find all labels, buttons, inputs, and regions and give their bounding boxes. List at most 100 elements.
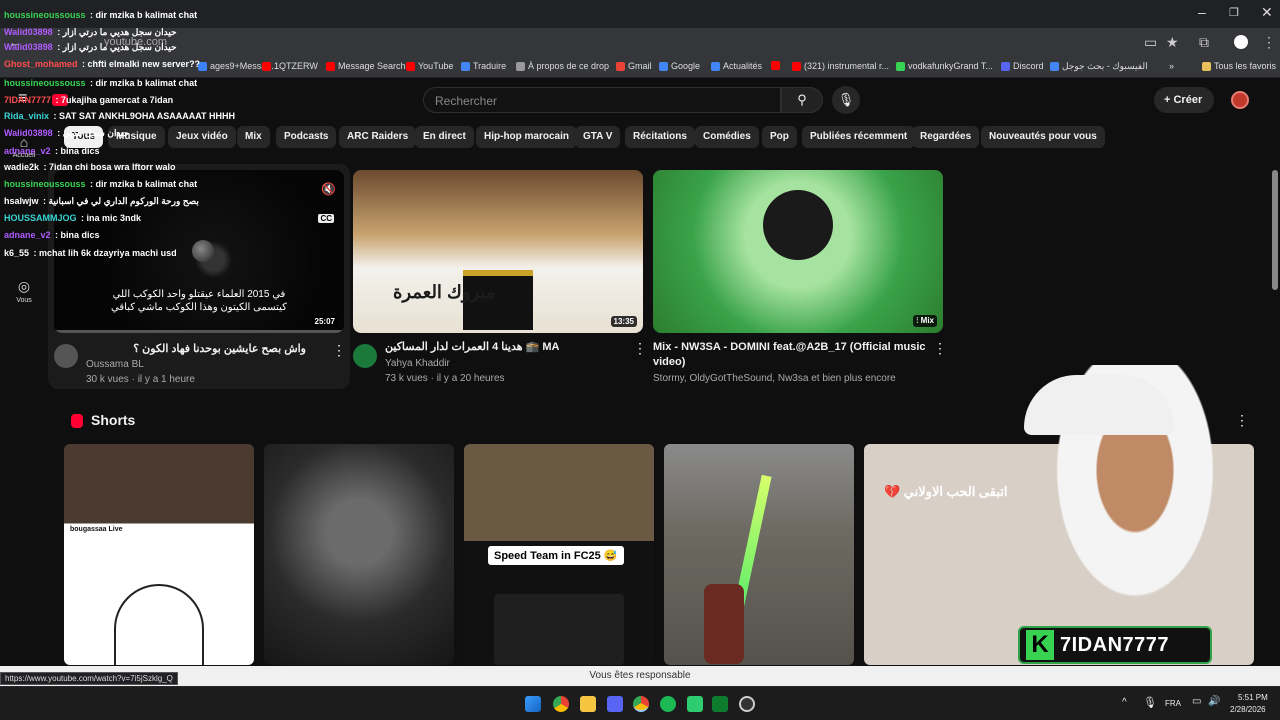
bookmark-item[interactable]: Gmail xyxy=(616,61,652,71)
chip-7[interactable]: Hip-hop marocain xyxy=(476,126,578,148)
bookmark-item[interactable] xyxy=(771,61,783,70)
clock-date[interactable]: 2/28/2026 xyxy=(1230,705,1266,714)
windows-taskbar: ^ 🎙 FRA ▭ 🔊 5:51 PM 2/28/2026 xyxy=(0,686,1280,720)
chrome-icon[interactable] xyxy=(553,696,569,712)
video-duration: 25:07 xyxy=(311,316,338,327)
chip-10[interactable]: Comédies xyxy=(695,126,759,148)
channel-name[interactable]: Yahya Khaddir xyxy=(385,356,450,371)
omnibox[interactable]: ← youtube.com ▭ ★ ⧉ ⋮ xyxy=(0,28,1280,56)
chip-8[interactable]: GTA V xyxy=(575,126,621,148)
mute-icon[interactable]: 🔇 xyxy=(321,182,336,196)
bookmark-star-icon[interactable]: ★ xyxy=(1166,34,1179,51)
sidebar-item-you[interactable]: ◎ Vous xyxy=(6,278,42,304)
tray-chevron-icon[interactable]: ^ xyxy=(1122,697,1127,708)
cast-icon[interactable]: ▭ xyxy=(1144,34,1157,51)
chip-14[interactable]: Nouveautés pour vous xyxy=(981,126,1105,148)
bookmark-item[interactable]: الفيسبوك - بحث جوجل xyxy=(1050,61,1148,72)
bookmark-label: Traduire xyxy=(473,61,507,71)
chip-12[interactable]: Publiées récemment xyxy=(802,126,916,148)
cap-image xyxy=(1024,375,1174,435)
short-card[interactable] xyxy=(664,444,854,665)
shorts-title: Shorts xyxy=(91,412,136,428)
more-options-icon[interactable]: ⋮ xyxy=(332,342,346,359)
bookmark-item[interactable]: Message Search xyxy=(326,61,406,71)
streamer-name: 7IDAN7777 xyxy=(1060,634,1170,656)
minimize-icon[interactable]: – xyxy=(1198,4,1206,20)
subtitle-line: في 2015 العلماء عيقتلو واحد الكوكب اللي xyxy=(112,289,286,300)
bookmark-item[interactable]: Discord xyxy=(1001,61,1044,71)
short-card[interactable] xyxy=(264,444,454,665)
more-bookmarks-icon[interactable]: » xyxy=(1169,61,1174,71)
discord-icon[interactable] xyxy=(607,696,623,712)
chip-3[interactable]: Mix xyxy=(237,126,270,148)
scrollbar[interactable] xyxy=(1272,170,1278,290)
chip-2[interactable]: Jeux vidéo xyxy=(168,126,236,148)
more-options-icon[interactable]: ⋮ xyxy=(633,340,647,357)
chip-9[interactable]: Récitations xyxy=(625,126,695,148)
chrome-active-icon[interactable] xyxy=(633,696,649,712)
closed-captions-icon[interactable]: CC xyxy=(318,214,334,223)
chip-6[interactable]: En direct xyxy=(415,126,474,148)
video-thumbnail[interactable]: مبروك العمرة 13:35 xyxy=(353,170,643,333)
bookmark-item[interactable]: YouTube xyxy=(406,61,453,71)
bookmark-item[interactable]: À propos de ce drop xyxy=(516,61,609,71)
chat-message: houssineoussouss : dir mzika b kalimat c… xyxy=(4,78,197,88)
chat-username: Walid03898 xyxy=(4,128,53,138)
video-card[interactable]: ⫶ Mix Mix - NW3SA - DOMINI feat.@A2B_17 … xyxy=(653,170,953,390)
kick-app-icon[interactable] xyxy=(687,696,703,712)
create-button[interactable]: + Créer xyxy=(1154,87,1214,113)
channel-avatar[interactable] xyxy=(54,344,78,368)
chat-message: adnane_v2 : bina dics xyxy=(4,146,100,156)
chat-separator: : xyxy=(87,179,96,189)
short-card[interactable]: bougassaa Live xyxy=(64,444,254,665)
volume-icon[interactable]: 🔊 xyxy=(1208,696,1220,707)
streaming-app-icon[interactable] xyxy=(712,696,728,712)
close-icon[interactable]: ✕ xyxy=(1261,4,1273,21)
mic-tray-icon[interactable]: 🎙 xyxy=(1143,696,1157,709)
bookmark-item[interactable]: Traduire xyxy=(461,61,506,71)
more-options-icon[interactable]: ⋮ xyxy=(933,340,947,357)
chip-13[interactable]: Regardées xyxy=(912,126,980,148)
video-thumbnail[interactable]: ⫶ Mix xyxy=(653,170,943,333)
bookmark-item[interactable]: Actualités xyxy=(711,61,762,71)
start-icon[interactable] xyxy=(525,696,541,712)
obs-icon[interactable] xyxy=(739,696,755,712)
network-icon[interactable]: ▭ xyxy=(1192,696,1201,707)
search-button[interactable]: ⚲ xyxy=(781,87,823,113)
channel-avatar[interactable] xyxy=(353,344,377,368)
progress-bar[interactable] xyxy=(54,330,344,333)
bookmark-item[interactable]: 1QTZERW xyxy=(262,61,318,71)
chat-text: dir mzika b kalimat chat xyxy=(95,78,198,88)
video-subtitles: في 2015 العلماء عيقتلو واحد الكوكب اللي … xyxy=(54,288,344,314)
account-avatar[interactable] xyxy=(1231,91,1249,109)
chat-text: حيدان سجل هديي ما درتي ازار xyxy=(62,27,177,37)
chat-separator: : xyxy=(87,10,96,20)
thumb-text: مبروك العمرة xyxy=(393,282,496,302)
chat-separator: : xyxy=(78,213,87,223)
all-favorites-button[interactable]: Tous les favoris xyxy=(1202,61,1276,71)
chip-5[interactable]: ARC Raiders xyxy=(339,126,417,148)
spotify-icon[interactable] xyxy=(660,696,676,712)
chat-message: hsalwjw : بصح ورحة الوركوم الداري لي في … xyxy=(4,196,199,207)
short-caption: bougassaa Live xyxy=(70,526,123,533)
chip-4[interactable]: Podcasts xyxy=(276,126,337,148)
language-indicator[interactable]: FRA xyxy=(1165,699,1181,708)
maximize-icon[interactable]: ❐ xyxy=(1229,6,1239,19)
profile-icon[interactable] xyxy=(1234,35,1248,49)
chip-11[interactable]: Pop xyxy=(762,126,797,148)
file-explorer-icon[interactable] xyxy=(580,696,596,712)
clock-time[interactable]: 5:51 PM xyxy=(1238,693,1268,702)
bookmark-item[interactable]: vodkafunkyGrand T... xyxy=(896,61,993,71)
extensions-icon[interactable]: ⧉ xyxy=(1199,34,1209,51)
bookmark-item[interactable]: Google xyxy=(659,61,700,71)
channel-name[interactable]: Oussama BL xyxy=(86,357,144,372)
voice-search-button[interactable]: 🎙 xyxy=(832,86,860,114)
video-meta: 30 k vues · il y a 1 heure xyxy=(86,374,195,385)
video-title[interactable]: واش بصح عايشين بوحدنا فهاد الكون ؟ xyxy=(86,342,306,357)
video-title[interactable]: هدينا 4 العمرات لدار المساكين 🕋 MA xyxy=(385,340,560,355)
short-card[interactable]: Speed Team in FC25 😅 xyxy=(464,444,654,665)
search-input[interactable]: Rechercher xyxy=(423,87,781,113)
video-card[interactable]: مبروك العمرة 13:35 هدينا 4 العمرات لدار … xyxy=(353,170,647,390)
menu-kebab-icon[interactable]: ⋮ xyxy=(1262,34,1276,51)
bookmark-item[interactable]: (321) instrumental r... xyxy=(792,61,889,71)
